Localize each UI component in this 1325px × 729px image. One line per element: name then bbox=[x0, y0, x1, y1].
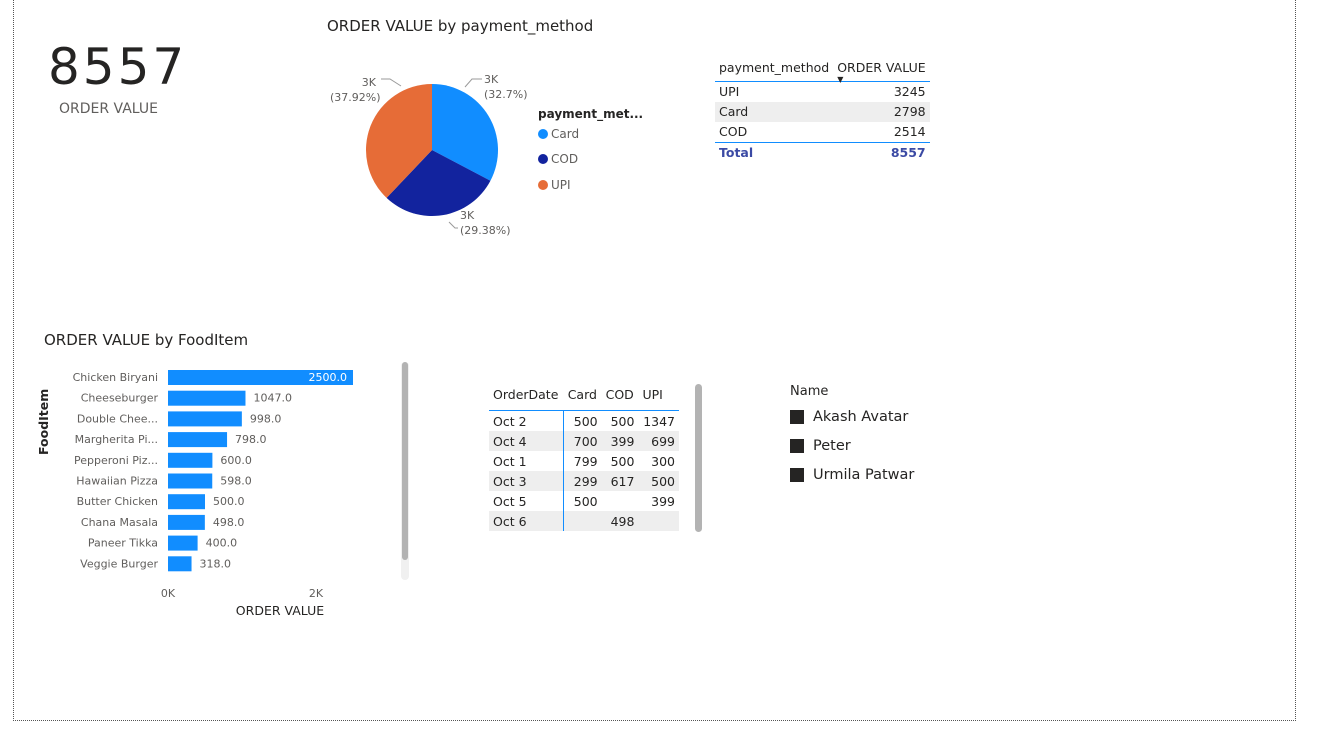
y-category-label: Margherita Pi... bbox=[75, 433, 158, 446]
checkbox-icon[interactable] bbox=[790, 410, 804, 424]
bar-chart-title: ORDER VALUE by FoodItem bbox=[44, 331, 249, 349]
y-category-label: Butter Chicken bbox=[77, 495, 158, 508]
bar-data-label: 598.0 bbox=[220, 475, 252, 488]
legend-dot-icon bbox=[538, 129, 548, 139]
y-category-label: Cheeseburger bbox=[81, 392, 159, 405]
bar[interactable] bbox=[168, 452, 213, 468]
table-row[interactable]: Oct 1 799 500 300 bbox=[489, 451, 679, 471]
pie-chart-title: ORDER VALUE by payment_method bbox=[327, 17, 594, 35]
y-category-label: Veggie Burger bbox=[80, 557, 158, 570]
bar-data-label: 998.0 bbox=[250, 412, 281, 425]
table-row[interactable]: Oct 2 500 500 1347 bbox=[489, 410, 679, 431]
bar[interactable] bbox=[168, 494, 205, 510]
column-header-payment-method[interactable]: payment_method bbox=[715, 60, 834, 82]
table-row[interactable]: Card 2798 bbox=[715, 102, 930, 122]
table-row[interactable]: UPI 3245 bbox=[715, 82, 930, 103]
bar-chart-scrollbar[interactable] bbox=[401, 362, 409, 580]
bar-chart[interactable]: Chicken Biryani Cheeseburger Double Chee..… bbox=[60, 365, 400, 625]
pie-legend-title: payment_met... bbox=[538, 107, 644, 121]
bar[interactable] bbox=[168, 432, 228, 448]
bar[interactable] bbox=[168, 473, 213, 489]
legend-item-card[interactable]: Card bbox=[538, 127, 579, 141]
slicer-item-peter[interactable]: Peter bbox=[790, 438, 851, 454]
slicer-item-urmila-patwar[interactable]: Urmila Patwar bbox=[790, 467, 914, 483]
bar[interactable] bbox=[168, 390, 246, 406]
y-category-label: Paneer Tikka bbox=[88, 537, 158, 550]
bar-data-label: 500.0 bbox=[213, 495, 245, 508]
column-header-order-value[interactable]: ORDER VALUE ▼ bbox=[833, 60, 930, 84]
y-category-label: Pepperoni Piz... bbox=[74, 454, 158, 467]
matrix-scrollbar[interactable] bbox=[695, 384, 702, 532]
y-category-label: Double Chee... bbox=[77, 412, 158, 425]
bar-data-label: 498.0 bbox=[213, 516, 245, 529]
scrollbar-thumb[interactable] bbox=[402, 362, 408, 560]
slicer-title: Name bbox=[790, 384, 829, 399]
column-header-cod[interactable]: COD bbox=[601, 383, 639, 411]
pie-slices bbox=[366, 84, 498, 217]
order-date-matrix: OrderDate Card COD UPI Oct 2 500 500 134… bbox=[489, 383, 679, 531]
bar-data-label: 600.0 bbox=[220, 454, 252, 467]
pie-leader-card bbox=[464, 78, 482, 88]
legend-item-cod[interactable]: COD bbox=[538, 152, 578, 166]
checkbox-icon[interactable] bbox=[790, 439, 804, 453]
pie-leader-upi bbox=[381, 78, 402, 87]
table-total-row: Total 8557 bbox=[715, 142, 930, 163]
column-header-upi[interactable]: UPI bbox=[638, 383, 679, 411]
column-header-card[interactable]: Card bbox=[563, 383, 602, 411]
table-row[interactable]: Oct 4 700 399 699 bbox=[489, 431, 679, 451]
sort-descending-icon: ▼ bbox=[837, 75, 844, 84]
table-row[interactable]: Oct 6 498 bbox=[489, 511, 679, 531]
legend-dot-icon bbox=[538, 154, 548, 164]
y-category-label: Chicken Biryani bbox=[73, 371, 158, 384]
pie-data-label-upi: 3K (37.92%) bbox=[330, 76, 381, 104]
bar-data-label: 400.0 bbox=[206, 537, 238, 550]
bar[interactable] bbox=[168, 411, 242, 427]
bar[interactable] bbox=[168, 514, 205, 530]
x-tick-label: 0K bbox=[161, 587, 176, 600]
payment-method-table: payment_method ORDER VALUE ▼ UPI 3245 Ca… bbox=[715, 60, 930, 163]
y-category-label: Chana Masala bbox=[81, 516, 158, 529]
kpi-value: 8557 bbox=[48, 38, 188, 96]
table-row[interactable]: COD 2514 bbox=[715, 122, 930, 143]
table-row[interactable]: Oct 3 299 617 500 bbox=[489, 471, 679, 491]
pie-leader-cod bbox=[448, 221, 458, 229]
bar-data-label: 2500.0 bbox=[309, 371, 348, 384]
bar-chart-x-axis-title: ORDER VALUE bbox=[236, 603, 324, 618]
pie-data-label-cod: 3K (29.38%) bbox=[460, 209, 511, 237]
bar[interactable] bbox=[168, 556, 192, 572]
y-category-label: Hawaiian Pizza bbox=[76, 475, 158, 488]
bar[interactable] bbox=[168, 535, 198, 551]
column-header-orderdate[interactable]: OrderDate bbox=[489, 383, 564, 411]
table-row[interactable]: Oct 5 500 399 bbox=[489, 491, 679, 511]
x-tick-label: 2K bbox=[309, 587, 324, 600]
legend-dot-icon bbox=[538, 180, 548, 190]
bar-data-label: 318.0 bbox=[200, 557, 232, 570]
bar-chart-y-axis-title: FoodItem bbox=[36, 388, 51, 455]
slicer-item-akash-avatar[interactable]: Akash Avatar bbox=[790, 409, 908, 425]
checkbox-icon[interactable] bbox=[790, 468, 804, 482]
kpi-label: ORDER VALUE bbox=[59, 101, 159, 117]
pie-data-label-card: 3K (32.7%) bbox=[484, 73, 528, 101]
legend-item-upi[interactable]: UPI bbox=[538, 178, 571, 192]
bar-data-label: 1047.0 bbox=[253, 392, 292, 405]
bar-data-label: 798.0 bbox=[235, 433, 267, 446]
